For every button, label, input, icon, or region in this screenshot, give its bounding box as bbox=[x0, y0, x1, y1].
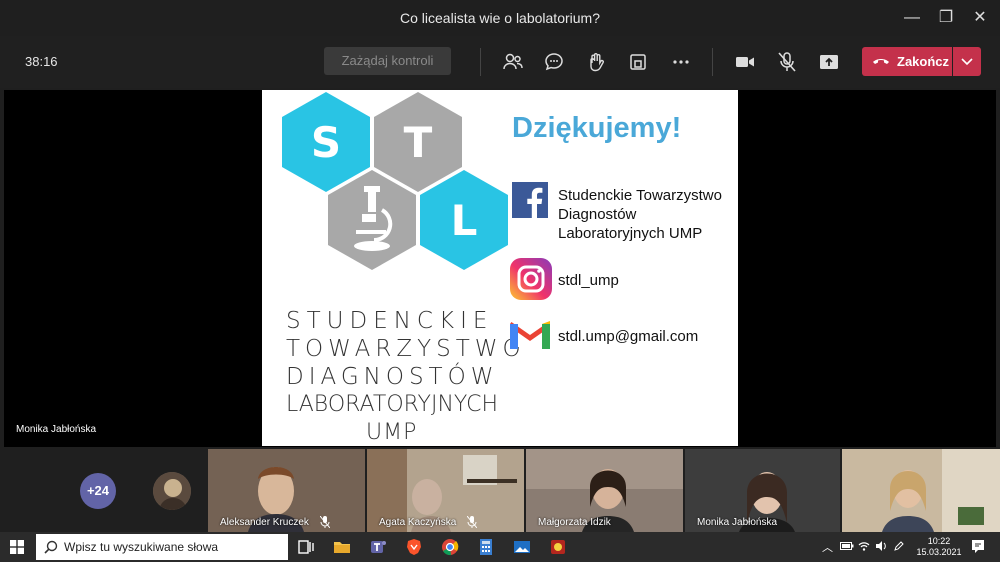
hexagon-t: T bbox=[374, 92, 462, 192]
gmail-icon bbox=[510, 321, 550, 349]
org-name-line: DIAGNOSTÓW bbox=[286, 364, 499, 390]
microscope-icon bbox=[354, 186, 393, 251]
search-icon bbox=[44, 540, 58, 554]
end-call-button[interactable]: Zakończ bbox=[862, 47, 952, 76]
taskbar-clock[interactable]: 10:22 15.03.2021 bbox=[912, 536, 966, 558]
rooms-icon[interactable] bbox=[626, 50, 650, 74]
call-timer: 38:16 bbox=[25, 54, 58, 69]
org-name-line: STUDENCKIE bbox=[286, 308, 494, 334]
hexagon-l: L bbox=[420, 170, 508, 270]
participant-name: Małgorzata Idzik bbox=[538, 517, 611, 528]
toolbar-divider bbox=[480, 48, 481, 76]
participant-name: Aleksander Kruczek bbox=[220, 517, 309, 528]
more-options-icon[interactable] bbox=[669, 50, 693, 74]
chrome-icon[interactable] bbox=[440, 537, 460, 557]
instagram-icon bbox=[510, 258, 552, 300]
notifications-icon[interactable] bbox=[970, 538, 986, 554]
chat-icon[interactable] bbox=[542, 50, 566, 74]
tray-chevron-up-icon[interactable]: ︿ bbox=[822, 539, 833, 555]
hexagon-s: S bbox=[282, 92, 370, 192]
email-address: stdl.ump@gmail.com bbox=[558, 328, 699, 345]
participant-tile[interactable]: Agata Kaczyńska bbox=[367, 449, 524, 532]
restore-button[interactable]: ❐ bbox=[936, 8, 956, 28]
window-titlebar: Co licealista wie o labolatorium? — ❐ ✕ bbox=[0, 0, 1000, 36]
microphone-muted-icon[interactable] bbox=[775, 50, 799, 74]
share-screen-icon[interactable] bbox=[817, 50, 841, 74]
participants-icon[interactable] bbox=[501, 50, 525, 74]
pen-ink-icon[interactable] bbox=[893, 540, 905, 552]
participant-tile[interactable]: Monika Jabłońska bbox=[685, 449, 840, 532]
org-name-line: UMP bbox=[366, 420, 418, 445]
request-control-button[interactable]: Zażądaj kontroli bbox=[324, 47, 451, 75]
end-call-label: Zakończ bbox=[897, 54, 950, 69]
raise-hand-icon[interactable] bbox=[584, 50, 608, 74]
hexagon-microscope bbox=[328, 170, 416, 270]
microphone-muted-icon bbox=[320, 516, 330, 528]
microphone-muted-icon bbox=[467, 516, 477, 528]
facebook-text: Studenckie Towarzystwo Diagnostów Laborato… bbox=[558, 187, 722, 242]
close-button[interactable]: ✕ bbox=[970, 8, 990, 28]
minimize-button[interactable]: — bbox=[902, 8, 922, 28]
avatar-image bbox=[153, 472, 191, 510]
clock-time: 10:22 bbox=[927, 536, 951, 546]
volume-icon[interactable] bbox=[875, 540, 888, 552]
thanks-heading: Dziękujemy! bbox=[512, 112, 682, 144]
battery-icon[interactable] bbox=[840, 541, 854, 551]
participant-name: Agata Kaczyńska bbox=[379, 517, 457, 528]
toolbar-divider bbox=[712, 48, 713, 76]
avatar[interactable] bbox=[153, 472, 191, 510]
facebook-icon bbox=[512, 182, 548, 218]
org-name-line: LABORATORYJNYCH bbox=[286, 392, 499, 417]
presentation-slide: S T L STUDENCKIE TOWARZYSTWO DIAGNOSTÓW … bbox=[262, 90, 738, 446]
instagram-handle: stdl_ump bbox=[558, 272, 619, 289]
meeting-toolbar: 38:16 Zażądaj kontroli Zakończ bbox=[0, 36, 1000, 88]
wifi-icon[interactable] bbox=[858, 540, 870, 552]
taskbar-search-input[interactable]: Wpisz tu wyszukiwane słowa bbox=[36, 534, 288, 560]
org-name-line: TOWARZYSTWO bbox=[286, 336, 526, 362]
participant-tile[interactable] bbox=[842, 449, 1000, 532]
hang-up-icon bbox=[873, 59, 889, 64]
end-call-options-button[interactable] bbox=[953, 47, 981, 76]
brave-browser-icon[interactable] bbox=[404, 537, 424, 557]
app-icon[interactable] bbox=[548, 537, 568, 557]
chevron-down-icon bbox=[961, 58, 973, 66]
participant-video bbox=[842, 449, 1000, 532]
file-explorer-icon[interactable] bbox=[332, 537, 352, 557]
windows-start-icon[interactable] bbox=[10, 540, 24, 554]
calculator-icon[interactable] bbox=[476, 537, 496, 557]
more-participants-button[interactable]: +24 bbox=[80, 473, 116, 509]
teams-icon[interactable] bbox=[368, 537, 388, 557]
presenter-name: Monika Jabłońska bbox=[16, 424, 97, 435]
window-title: Co licealista wie o labolatorium? bbox=[400, 10, 600, 26]
task-view-icon[interactable] bbox=[296, 537, 316, 557]
photos-icon[interactable] bbox=[512, 537, 532, 557]
search-placeholder: Wpisz tu wyszukiwane słowa bbox=[64, 540, 219, 554]
clock-date: 15.03.2021 bbox=[916, 547, 962, 557]
participant-tile[interactable]: Małgorzata Idzik bbox=[526, 449, 683, 532]
participant-name: Monika Jabłońska bbox=[697, 517, 778, 528]
participant-tile[interactable]: Aleksander Kruczek bbox=[208, 449, 365, 532]
camera-icon[interactable] bbox=[733, 50, 757, 74]
